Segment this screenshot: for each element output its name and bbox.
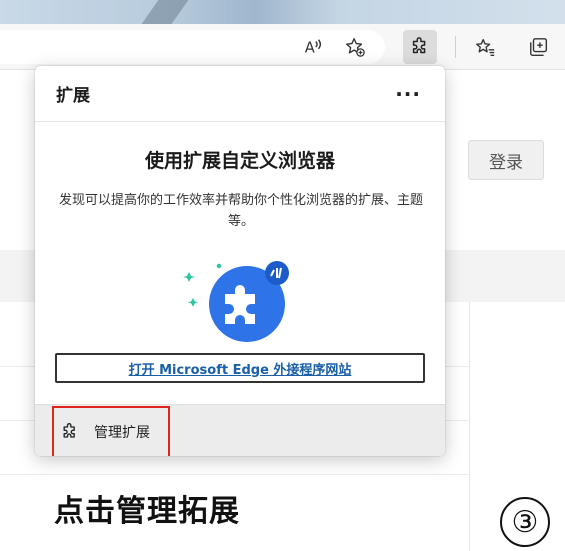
popup-title: 扩展 — [56, 86, 90, 106]
popup-heading: 使用扩展自定义浏览器 — [144, 150, 335, 172]
add-favorite-icon — [345, 38, 365, 57]
favorites-button[interactable] — [468, 30, 502, 64]
extensions-icon — [412, 37, 426, 54]
login-button[interactable]: 登录 — [468, 140, 544, 180]
wallpaper-streak — [141, 0, 189, 24]
popup-footer: 管理扩展 — [35, 404, 445, 456]
svg-text:A: A — [305, 40, 315, 57]
add-favorite-button[interactable] — [338, 30, 372, 64]
extensions-icon — [63, 423, 75, 438]
page-divider — [0, 474, 470, 475]
instruction-caption: 点击管理拓展 — [54, 494, 240, 529]
extensions-button[interactable] — [403, 30, 437, 64]
window-title-bar — [0, 0, 565, 24]
read-aloud-button[interactable]: A — [296, 30, 330, 64]
puzzle-illustration-icon — [183, 261, 289, 342]
favorites-icon — [476, 38, 495, 56]
open-edge-addons-link[interactable]: 打开 Microsoft Edge 外接程序网站 — [55, 353, 425, 383]
collections-icon — [530, 38, 548, 56]
read-aloud-icon: A — [305, 39, 322, 57]
popup-header: 扩展 ··· — [35, 66, 445, 122]
manage-extensions-button[interactable]: 管理扩展 — [52, 406, 170, 456]
extensions-popup: 扩展 ··· 使用扩展自定义浏览器 发现可以提高你的工作效率并帮助你个性化浏览器… — [35, 66, 445, 456]
collections-button[interactable] — [522, 30, 556, 64]
step-number: ③ — [500, 497, 550, 547]
toolbar-separator — [455, 36, 456, 58]
more-options-button[interactable]: ··· — [391, 82, 425, 106]
popup-description: 发现可以提高你的工作效率并帮助你个性化浏览器的扩展、主题等。 — [58, 193, 423, 229]
manage-extensions-label: 管理扩展 — [94, 425, 150, 441]
